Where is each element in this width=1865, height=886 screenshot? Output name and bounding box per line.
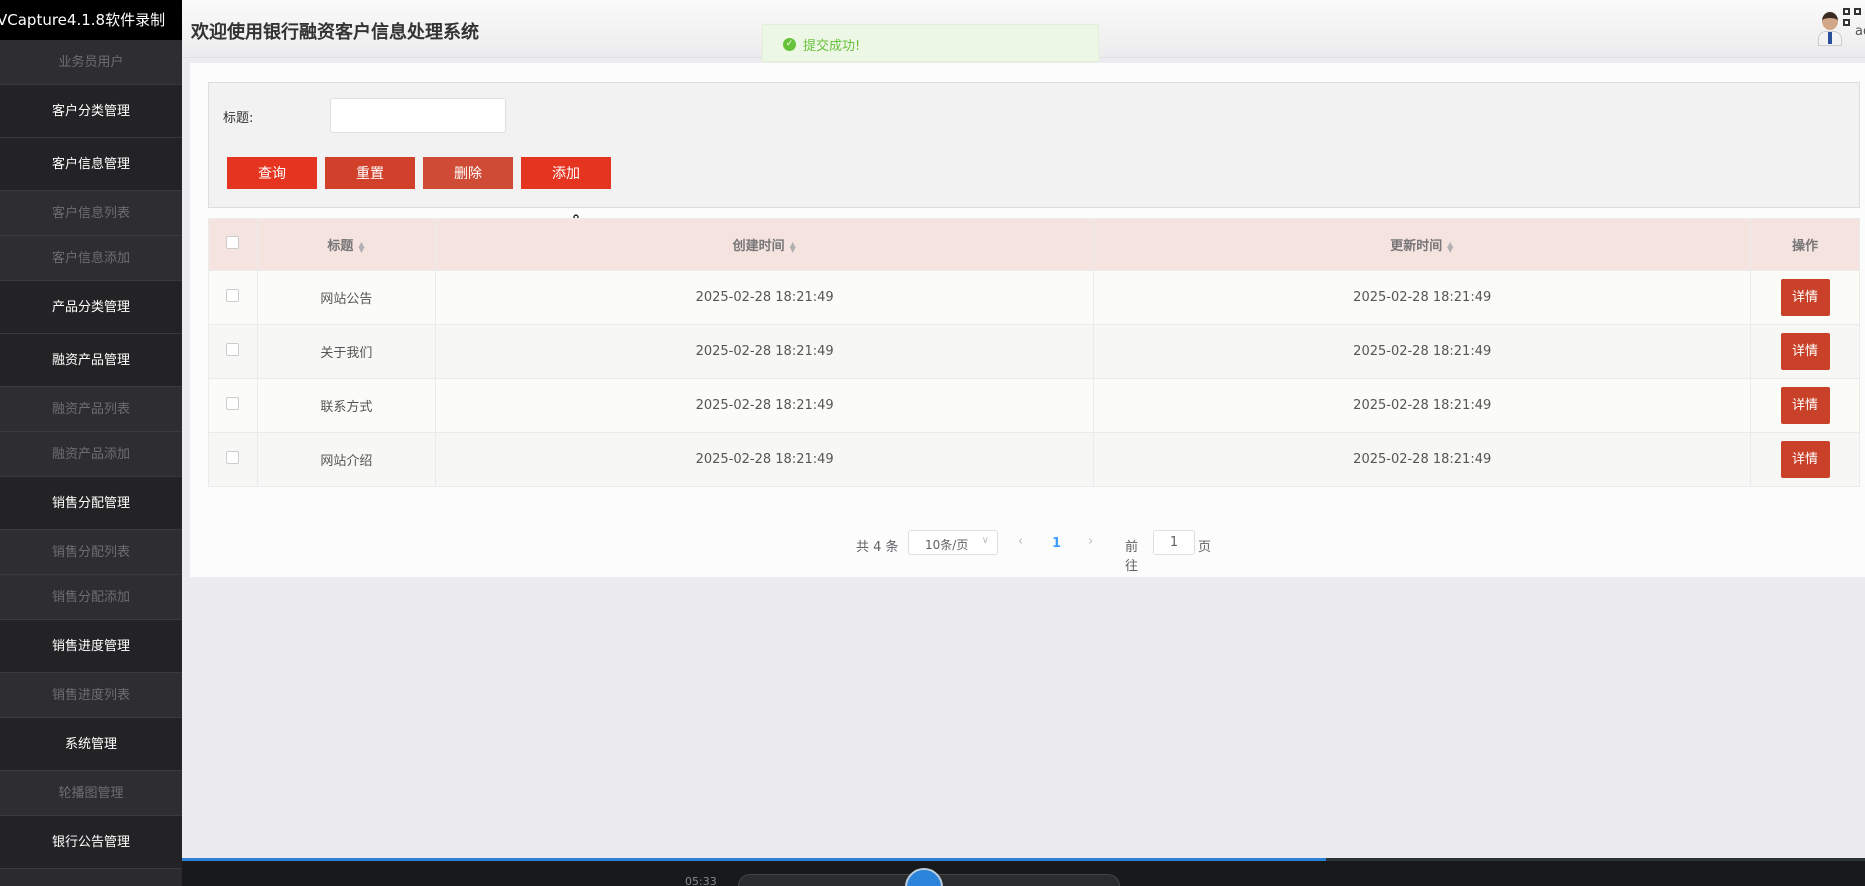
detail-button[interactable]: 详情 [1780,279,1830,316]
cell-title: 关于我们 [256,324,436,379]
reset-button[interactable]: 重置 [325,157,415,189]
page-title: 欢迎使用银行融资客户信息处理系统 [191,22,479,43]
total-count: 共 4 条 [856,540,899,555]
table-row: 联系方式 2025-02-28 18:21:49 2025-02-28 18:2… [208,378,1860,433]
page-size-select[interactable]: 10条/页 ∨ [908,530,998,555]
sort-icon[interactable]: ▲ ▼ [789,240,797,253]
cell-title: 网站公告 [256,270,436,325]
recorder-watermark: VCapture4.1.8软件录制 [0,0,182,40]
search-form: 标题: 查询 重置 删除 添加 [208,82,1860,208]
column-action: 操作 [1750,218,1860,271]
sidebar-item-product-category[interactable]: 产品分类管理 [0,281,182,334]
page-number-current[interactable]: 1 [1052,536,1061,551]
cell-created: 2025-02-28 18:21:49 [434,270,1095,325]
goto-suffix: 页 [1198,540,1212,555]
next-page-icon[interactable]: › [1088,534,1093,549]
cell-updated: 2025-02-28 18:21:49 [1093,270,1751,325]
column-created[interactable]: 创建时间 ▲ ▼ [434,218,1095,271]
detail-button[interactable]: 详情 [1780,387,1830,424]
playback-time: 05:33 [685,875,717,886]
sidebar-item-finance-product-list[interactable]: 融资产品列表 [0,387,182,432]
sidebar-item-finance-product[interactable]: 融资产品管理 [0,334,182,387]
sidebar-item-sales-allocation[interactable]: 销售分配管理 [0,477,182,530]
cell-updated: 2025-02-28 18:21:49 [1093,432,1751,487]
table-header-row: 标题 ▲ ▼ 创建时间 ▲ ▼ 更新时间 ▲ ▼ 操作 [208,218,1860,271]
row-checkbox[interactable] [226,289,240,302]
fullscreen-icon[interactable] [1843,8,1865,30]
select-all-cell[interactable] [208,218,258,271]
toast-message: 提交成功! [803,39,861,54]
sidebar-item-sales-progress[interactable]: 销售进度管理 [0,620,182,673]
column-updated[interactable]: 更新时间 ▲ ▼ [1093,218,1751,271]
sidebar-item-sales-allocation-add[interactable]: 销售分配添加 [0,575,182,620]
table-row: 关于我们 2025-02-28 18:21:49 2025-02-28 18:2… [208,324,1860,379]
add-button[interactable]: 添加 [521,157,611,189]
chevron-down-icon: ∨ [981,535,989,546]
sidebar-item-salesman-users[interactable]: 业务员用户 [0,40,182,85]
table-row: 网站介绍 2025-02-28 18:21:49 2025-02-28 18:2… [208,432,1860,487]
detail-button[interactable]: 详情 [1780,333,1830,370]
table-row: 网站公告 2025-02-28 18:21:49 2025-02-28 18:2… [208,270,1860,325]
sidebar-item-carousel[interactable]: 轮播图管理 [0,771,182,816]
sidebar-item-customer-category[interactable]: 客户分类管理 [0,85,182,138]
video-control-bar: 05:33 [182,861,1865,886]
prev-page-icon[interactable]: ‹ [1018,534,1023,549]
title-label: 标题: [223,111,254,126]
cell-title: 联系方式 [256,378,436,433]
sidebar: VCapture4.1.8软件录制 业务员用户 客户分类管理 客户信息管理 客户… [0,0,182,886]
avatar[interactable] [1815,10,1845,46]
sort-icon[interactable]: ▲ ▼ [357,240,365,253]
row-checkbox[interactable] [226,451,240,464]
play-icon[interactable] [905,868,943,886]
sidebar-menu: 业务员用户 客户分类管理 客户信息管理 客户信息列表 客户信息添加 产品分类管理… [0,40,182,869]
check-icon: ✓ [783,38,796,51]
sidebar-item-customer-info[interactable]: 客户信息管理 [0,138,182,191]
success-toast: ✓ 提交成功! [762,24,1099,62]
row-checkbox[interactable] [226,343,240,356]
delete-button[interactable]: 删除 [423,157,513,189]
top-header: 欢迎使用银行融资客户信息处理系统 ✓ 提交成功! admin [182,0,1865,62]
sidebar-item-finance-product-add[interactable]: 融资产品添加 [0,432,182,477]
title-search-input[interactable] [330,98,506,133]
cell-updated: 2025-02-28 18:21:49 [1093,378,1751,433]
column-title[interactable]: 标题 ▲ ▼ [256,218,436,271]
sidebar-item-sales-progress-list[interactable]: 销售进度列表 [0,673,182,718]
cell-created: 2025-02-28 18:21:49 [434,378,1095,433]
cell-created: 2025-02-28 18:21:49 [434,432,1095,487]
select-all-checkbox[interactable] [226,236,240,249]
query-button[interactable]: 查询 [227,157,317,189]
sidebar-item-bank-notice[interactable]: 银行公告管理 [0,816,182,869]
cell-title: 网站介绍 [256,432,436,487]
cell-updated: 2025-02-28 18:21:49 [1093,324,1751,379]
detail-button[interactable]: 详情 [1780,441,1830,478]
sidebar-item-sales-allocation-list[interactable]: 销售分配列表 [0,530,182,575]
sort-icon[interactable]: ▲ ▼ [1446,240,1454,253]
cell-created: 2025-02-28 18:21:49 [434,324,1095,379]
sidebar-item-customer-info-list[interactable]: 客户信息列表 [0,191,182,236]
goto-page-input[interactable]: 1 [1153,530,1195,555]
sidebar-item-customer-info-add[interactable]: 客户信息添加 [0,236,182,281]
notice-table: 标题 ▲ ▼ 创建时间 ▲ ▼ 更新时间 ▲ ▼ 操作 网站公告 2025-02-28 18… [208,218,1860,487]
sidebar-item-system[interactable]: 系统管理 [0,718,182,771]
goto-label: 前往 [1125,540,1139,574]
row-checkbox[interactable] [226,397,240,410]
